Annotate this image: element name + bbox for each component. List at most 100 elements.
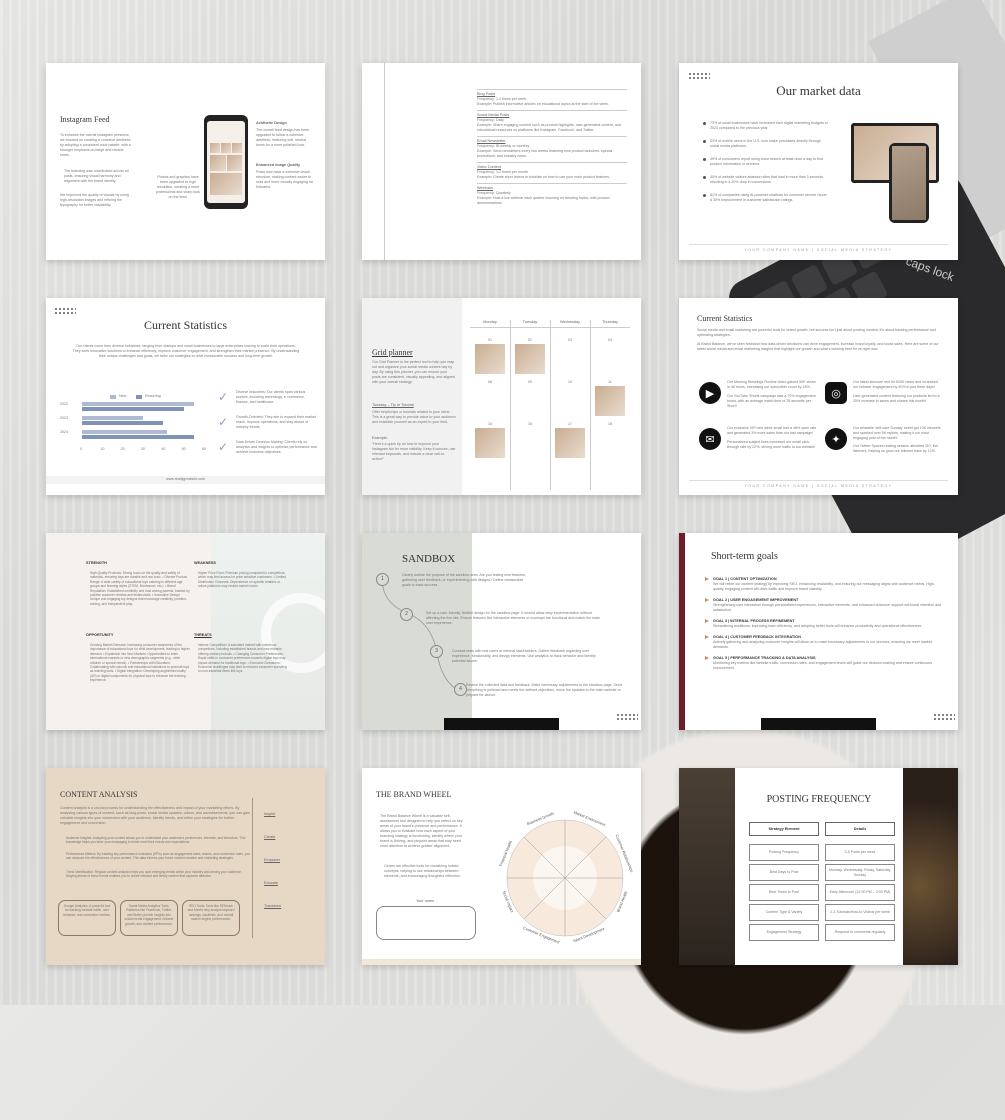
table-header: Strategy Element Details — [749, 822, 895, 836]
arrow-icon — [705, 656, 709, 660]
date-label: 11 — [608, 380, 612, 384]
goal-item: GOAL 2 | USER ENGAGEMENT IMPROVEMENT Stre… — [705, 598, 945, 613]
date-label: 15 — [488, 422, 492, 426]
planner-image[interactable] — [475, 428, 505, 458]
axis-tick: 40 — [161, 447, 166, 451]
bar-recurring — [82, 435, 194, 439]
slide-grid-planner: Grid planner Our Grid Planner is the per… — [362, 298, 641, 495]
goal-item: GOAL 5 | PERFORMANCE TRACKING & DATA ANA… — [705, 656, 945, 671]
tool-box-2: Social Media Analytics Tools: Platforms … — [120, 900, 178, 936]
footer: YOUR COMPANY NAME | SOCIAL MEDIA STRATEG… — [744, 248, 893, 252]
date-label: 17 — [568, 422, 572, 426]
slide-body: To enhance the overall Instagram presenc… — [60, 133, 131, 157]
slide-current-statistics-2: Current Statistics Social media and emai… — [679, 298, 958, 495]
slide-sandbox: SANDBOX Clearly outline the purpose of t… — [362, 533, 641, 730]
legend-new: New — [119, 394, 127, 398]
slide-title: Current Statistics — [697, 314, 753, 323]
slide-title: Grid planner — [372, 348, 413, 357]
slide-title: Our market data — [776, 83, 861, 98]
step-4-text: Review the collected data and feedback. … — [466, 683, 623, 697]
tool-box-3: SEO Tools: Tools like SEMrush and Ahrefs… — [182, 900, 240, 936]
grid-line — [470, 327, 630, 328]
check-text: Growth-Oriented: They aim to expand thei… — [236, 415, 317, 429]
sub-heading: Tuesday – Tip or Tutorial — [372, 403, 414, 407]
twitter-stat: Our relatable 'self-care Sunday' tweet g… — [853, 426, 941, 440]
twitter-stat-2: Our Twitter Spaces hosting session attra… — [853, 444, 939, 453]
instagram-icon[interactable]: ◎ — [825, 382, 847, 404]
content-type-item: Email Newsletter Frequency: Bi-weekly or … — [477, 136, 627, 162]
stats-bar-chart: 2022 2023 2024 0 10 20 30 40 50 60 — [60, 402, 210, 456]
youtube-icon[interactable]: ▶ — [699, 382, 721, 404]
bullet-icon — [703, 140, 706, 143]
slide-market-data: Our market data 73% of small businesses … — [679, 63, 958, 260]
decor-dots — [54, 307, 76, 315]
slide-title: SANDBOX — [402, 553, 456, 565]
planner-image[interactable] — [515, 344, 545, 374]
decor-dots — [933, 713, 955, 721]
slide-body: Content analysis is a crucial process fo… — [60, 806, 250, 825]
market-point: 53% of mobile users in the U.S. now make… — [703, 139, 829, 149]
date-label: 09 — [528, 380, 532, 384]
slide-current-statistics: Current Statistics Our clients come from… — [46, 298, 325, 495]
phone-mockup — [889, 143, 929, 223]
twitter-icon[interactable]: ✦ — [825, 428, 847, 450]
example-label: Example: — [372, 436, 388, 440]
slide-title: POSTING FREQUENCY — [766, 794, 872, 805]
side-link[interactable]: Create — [264, 835, 281, 840]
content-type-item: Webinars Frequency: Quarterly Example: Hos… — [477, 183, 627, 209]
side-link[interactable]: Educate — [264, 881, 281, 886]
market-point: 73% of small businesses have increased t… — [703, 121, 829, 131]
slide-swot: STRENGTH High-Quality Products: Strong f… — [46, 533, 325, 730]
notes-input[interactable] — [376, 906, 476, 940]
slide-content-analysis: CONTENT ANALYSIS Content analysis is a c… — [46, 768, 325, 965]
slide-body-2: We improved the quality of visuals by us… — [60, 193, 129, 207]
notes-label: Your notes — [415, 899, 434, 903]
market-point: 49% of consumers report using voice sear… — [703, 157, 829, 167]
slide-body: Social media and email marketing are pow… — [697, 328, 936, 337]
grid-line — [510, 320, 511, 490]
goal-text: Strengthening user interaction through p… — [713, 603, 942, 612]
table-cell: Posting Frequency — [749, 844, 819, 861]
email-icon[interactable]: ✉ — [699, 428, 721, 450]
content-type-item: Blog Posts Frequency: 1-2 times per week E… — [477, 89, 627, 110]
date-label: 01 — [488, 338, 492, 342]
planner-image[interactable] — [475, 344, 505, 374]
planner-image[interactable] — [595, 386, 625, 416]
side-link[interactable]: Transform — [264, 904, 281, 909]
year-label: 2023 — [60, 416, 68, 420]
footer: YOUR COMPANY NAME | SOCIAL MEDIA STRATEG… — [744, 484, 893, 488]
website-link[interactable]: www.reallygreatsite.com — [46, 477, 325, 482]
day-header: Wednesday — [560, 320, 580, 324]
content-type-text: Example: Share engaging content such as … — [477, 123, 621, 132]
threats-heading: THREATS — [194, 633, 212, 637]
check-text: Data-Driven Decision Making: Clients rel… — [236, 440, 317, 454]
feature-text-2: Posts now have a cohesive visual structu… — [256, 170, 314, 189]
header-details: Details — [825, 822, 895, 836]
step-number: 4 — [454, 683, 467, 696]
axis-tick: 20 — [120, 447, 125, 451]
feature-heading-2: Enhanced Image Quality — [256, 163, 301, 167]
bar-recurring — [82, 407, 184, 411]
opportunity-heading: OPPORTUNITY — [86, 633, 114, 637]
side-link[interactable]: Inspire — [264, 812, 281, 817]
date-label: 02 — [528, 338, 532, 342]
date-label: 10 — [568, 380, 572, 384]
side-link[interactable]: Empower — [264, 858, 281, 863]
planner-image[interactable] — [555, 428, 585, 458]
bullet-icon — [703, 176, 706, 179]
bar-new — [82, 430, 168, 434]
goal-text: We will refine our content strategy by i… — [713, 582, 935, 591]
step-1-text: Clearly outline the purpose of the sandb… — [402, 573, 526, 587]
axis-tick: 0 — [80, 447, 82, 451]
goals-list: GOAL 1 | CONTENT OPTIMIZATION We will ref… — [705, 577, 945, 677]
weakness-items: Higher Price Point: Premium pricing comp… — [198, 571, 286, 589]
slide-title: Short-term goals — [711, 551, 778, 562]
content-type-item: Video Content Frequency: 1-2 times per mo… — [477, 162, 627, 183]
day-header: Monday — [483, 320, 497, 324]
brand-wheel: Market EnvironmentCustomer Relationships… — [499, 811, 634, 945]
bullet-icon — [703, 194, 706, 197]
content-types-list: Blog Posts Frequency: 1-2 times per week E… — [477, 89, 627, 209]
table-cell: Engagement Strategy — [749, 924, 819, 941]
youtube-stat: Our Morning Blessings Routine video gain… — [727, 380, 816, 389]
bullet-icon — [703, 158, 706, 161]
